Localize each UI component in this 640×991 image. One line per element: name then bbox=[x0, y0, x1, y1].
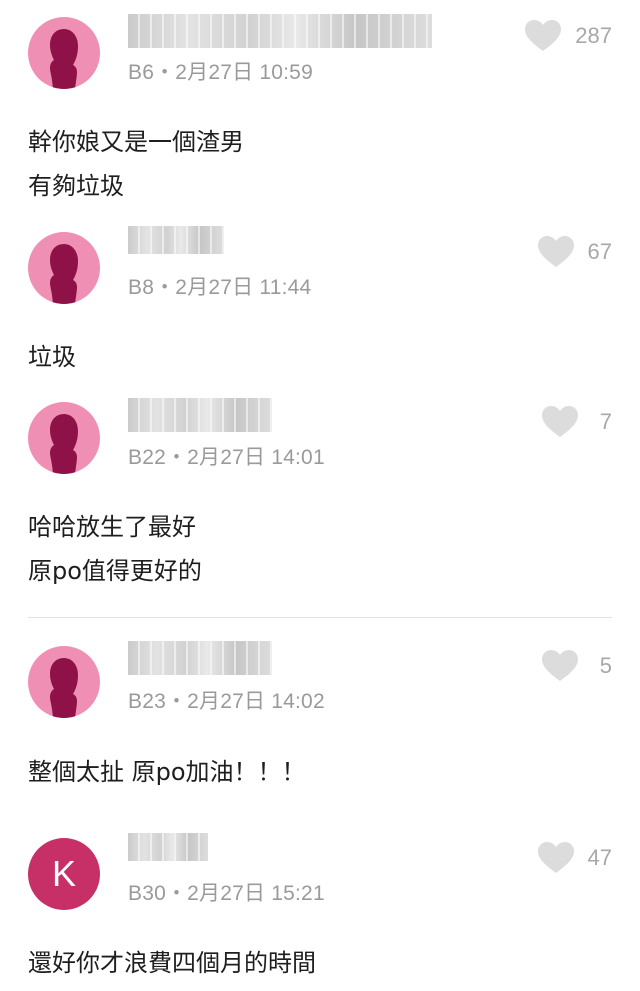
like-button[interactable]: 7 bbox=[542, 406, 612, 438]
floor-number: B22 bbox=[128, 446, 166, 469]
like-count: 287 bbox=[575, 23, 612, 48]
comment-text-line: 原po值得更好的 bbox=[28, 557, 202, 585]
meta-separator: ・ bbox=[165, 446, 188, 469]
heart-icon bbox=[537, 842, 574, 873]
avatar-letter: K bbox=[51, 853, 76, 894]
avatar[interactable] bbox=[28, 402, 100, 474]
comment-text-line: 有夠垃圾 bbox=[28, 172, 124, 200]
avatar[interactable] bbox=[28, 232, 100, 304]
comment-text-line: 幹你娘又是一個渣男 bbox=[28, 128, 244, 156]
comment-time: 10:59 bbox=[259, 61, 313, 84]
username-blurred[interactable] bbox=[128, 833, 208, 861]
comment-text-line: 哈哈放生了最好 bbox=[28, 513, 196, 541]
heart-icon bbox=[542, 406, 578, 437]
comment-text-line: 垃圾 bbox=[28, 343, 76, 371]
comment-meta: B22・2月27日 14:01 bbox=[128, 441, 325, 471]
comment-time: 14:02 bbox=[271, 690, 325, 713]
comment-date: 2月27日 bbox=[187, 446, 266, 469]
comment-meta: B30・2月27日 15:21 bbox=[128, 877, 325, 907]
female-silhouette-icon bbox=[50, 29, 78, 89]
comment-meta: B8・2月27日 11:44 bbox=[128, 271, 311, 301]
female-silhouette-icon bbox=[50, 658, 78, 718]
floor-number: B8 bbox=[128, 276, 155, 299]
comment-date: 2月27日 bbox=[187, 882, 266, 905]
comment-time: 11:44 bbox=[259, 276, 312, 299]
username-blurred[interactable] bbox=[128, 398, 272, 432]
like-button[interactable]: 47 bbox=[537, 842, 612, 874]
like-button[interactable]: 5 bbox=[542, 650, 612, 682]
like-button[interactable]: 67 bbox=[537, 236, 612, 268]
avatar[interactable] bbox=[28, 646, 100, 718]
like-button[interactable]: 287 bbox=[525, 20, 612, 52]
like-count: 67 bbox=[587, 239, 612, 264]
floor-number: B6 bbox=[128, 61, 155, 84]
comment-date: 2月27日 bbox=[175, 61, 254, 84]
username-blurred[interactable] bbox=[128, 641, 272, 675]
heart-icon bbox=[525, 20, 562, 51]
username-blurred[interactable] bbox=[128, 14, 432, 48]
floor-number: B30 bbox=[128, 882, 166, 905]
avatar[interactable]: K bbox=[28, 838, 100, 910]
comment-text-line: 整個太扯 原po加油！！！ bbox=[28, 758, 306, 786]
meta-separator: ・ bbox=[154, 276, 176, 299]
comment-date: 2月27日 bbox=[187, 690, 266, 713]
meta-separator: ・ bbox=[154, 61, 176, 84]
avatar[interactable] bbox=[28, 17, 100, 89]
like-count: 5 bbox=[599, 653, 612, 678]
comment-time: 15:21 bbox=[271, 882, 325, 905]
divider bbox=[28, 617, 612, 618]
comment-text-line: 還好你才浪費四個月的時間 bbox=[28, 949, 316, 977]
like-count: 47 bbox=[587, 845, 612, 870]
meta-separator: ・ bbox=[165, 690, 188, 713]
female-silhouette-icon bbox=[50, 244, 78, 304]
comment-date: 2月27日 bbox=[175, 276, 254, 299]
floor-number: B23 bbox=[128, 690, 166, 713]
female-silhouette-icon bbox=[50, 414, 78, 474]
like-count: 7 bbox=[599, 409, 612, 434]
heart-icon bbox=[537, 236, 574, 267]
username-blurred[interactable] bbox=[128, 226, 224, 254]
comment-meta: B23・2月27日 14:02 bbox=[128, 685, 325, 715]
meta-separator: ・ bbox=[165, 882, 188, 905]
heart-icon bbox=[542, 650, 578, 681]
comment-meta: B6・2月27日 10:59 bbox=[128, 56, 313, 86]
comment-time: 14:01 bbox=[271, 446, 325, 469]
